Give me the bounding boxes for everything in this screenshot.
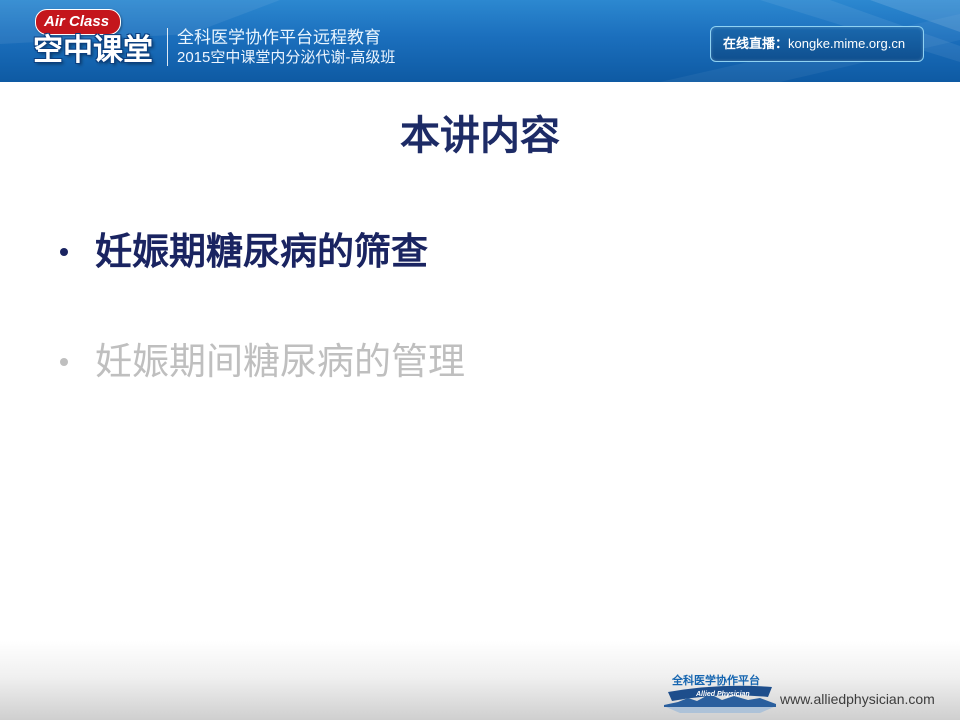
bullet-item-screening: 妊娠期糖尿病的筛查 (60, 225, 920, 279)
logo-reflection (666, 707, 774, 713)
bullet-marker (60, 358, 68, 366)
bullet-item-management: 妊娠期间糖尿病的管理 (60, 335, 920, 389)
header-divider (167, 28, 168, 66)
live-stream-box: 在线直播：kongke.mime.org.cn (710, 26, 924, 62)
slide-title: 本讲内容 (400, 114, 560, 158)
bullet-text: 妊娠期糖尿病的筛查 (95, 231, 428, 272)
bullet-marker (60, 248, 68, 256)
header-banner: Air Class 空中课堂 全科医学协作平台远程教育 2015空中课堂内分泌代… (0, 0, 960, 82)
footer-logo-cn-text: 全科医学协作平台 (672, 675, 760, 687)
footer-url: www.alliedphysician.com (780, 691, 935, 707)
live-stream-url: kongke.mime.org.cn (788, 36, 906, 51)
live-stream-label: 在线直播： (723, 36, 789, 51)
header-course-name: 2015空中课堂内分泌代谢-高级班 (177, 49, 396, 66)
slide: Air Class 空中课堂 全科医学协作平台远程教育 2015空中课堂内分泌代… (0, 0, 960, 720)
bullet-list: 妊娠期糖尿病的筛查 妊娠期间糖尿病的管理 (60, 225, 920, 445)
footer-logo-en-text: Allied Physician (696, 691, 750, 698)
air-class-logo-title: 空中课堂 (33, 33, 153, 68)
header-program-name: 全科医学协作平台远程教育 (177, 28, 381, 47)
air-class-logo-badge: Air Class (35, 9, 121, 35)
bullet-text: 妊娠期间糖尿病的管理 (95, 341, 465, 382)
